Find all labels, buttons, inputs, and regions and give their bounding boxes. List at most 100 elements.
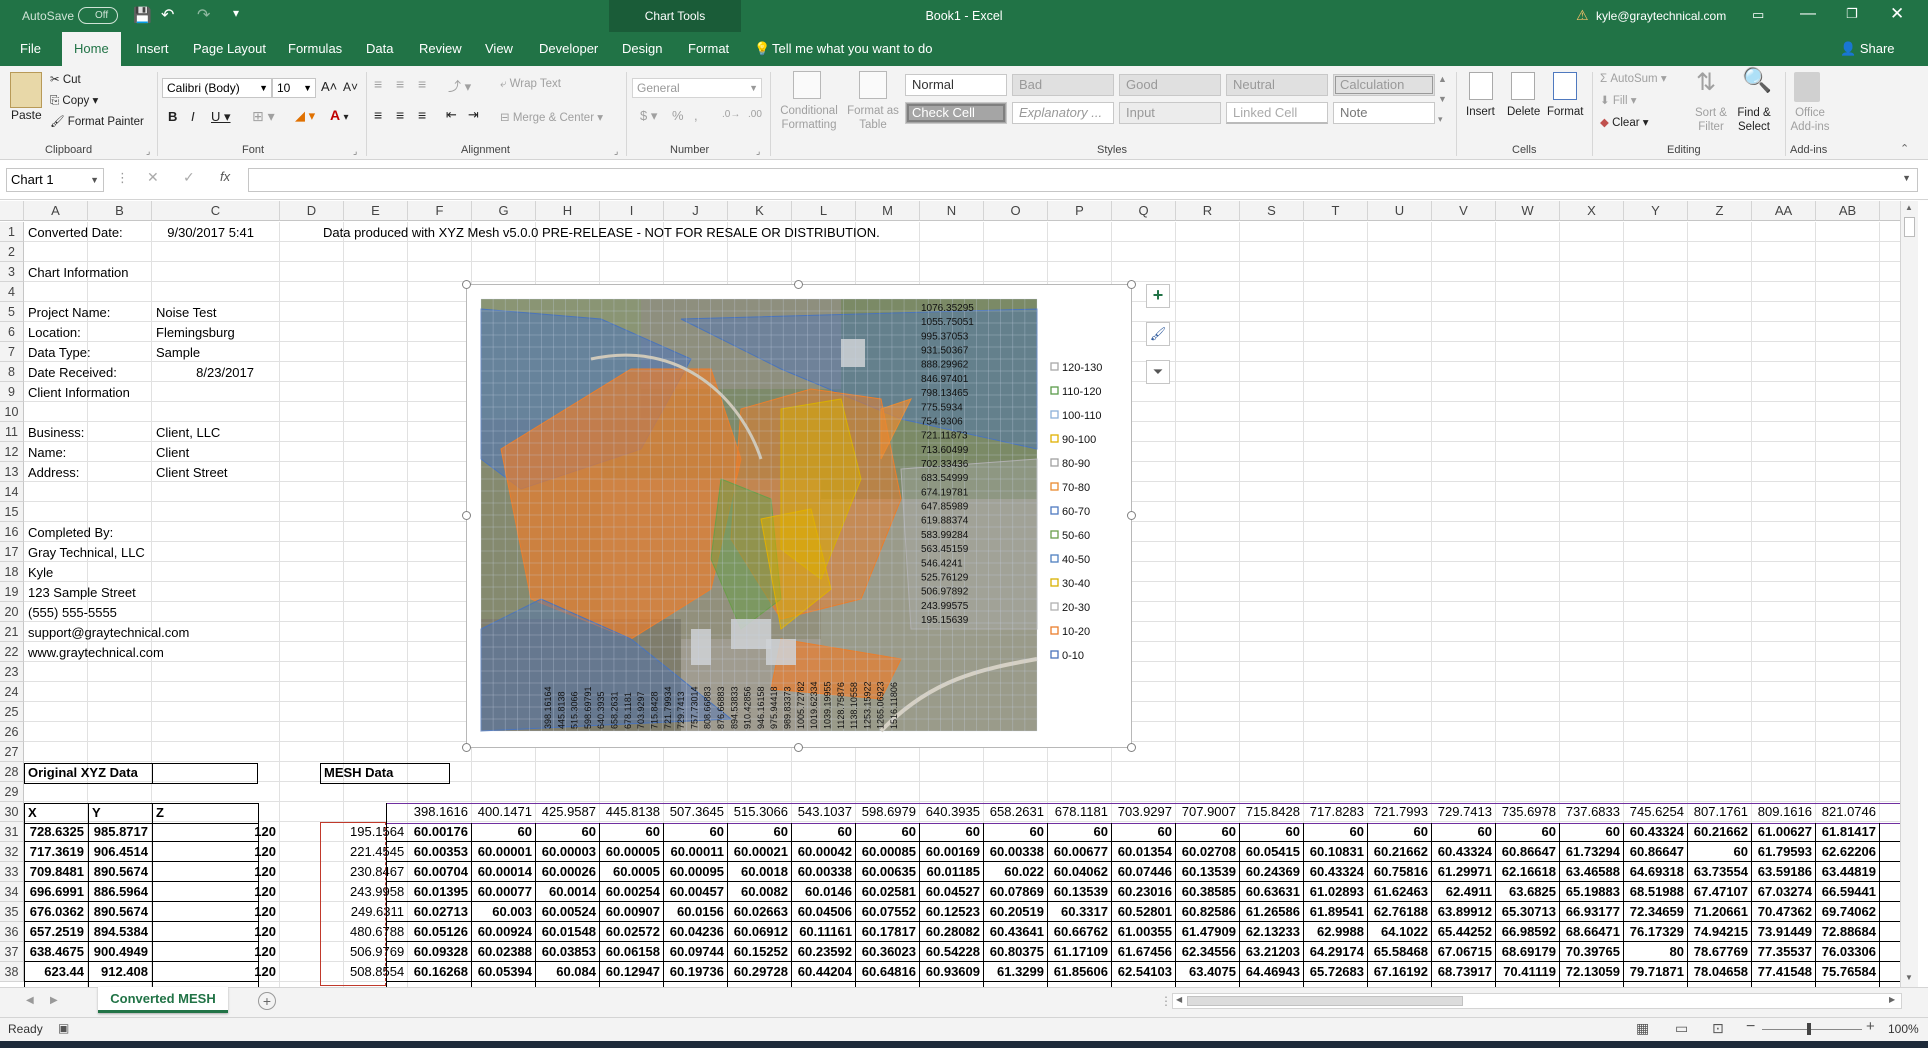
zoom-in-icon[interactable]: +: [1866, 1018, 1875, 1035]
row-header[interactable]: 17: [0, 542, 24, 562]
cell-mesh-value[interactable]: 60.00085: [856, 842, 920, 862]
column-header-j[interactable]: J: [664, 201, 728, 221]
column-header-f[interactable]: F: [408, 201, 472, 221]
column-header-a[interactable]: A: [24, 201, 88, 221]
cell-mesh-value[interactable]: 60.00021: [728, 842, 792, 862]
cell-mesh-value[interactable]: 60.00095: [664, 862, 728, 882]
row-header[interactable]: 11: [0, 422, 24, 442]
cell-mesh-value[interactable]: 60.20519: [984, 902, 1048, 922]
cell-mesh-value[interactable]: 67.03274: [1752, 882, 1816, 902]
cell-mesh-value[interactable]: 60.44204: [792, 962, 856, 982]
column-header-w[interactable]: W: [1496, 201, 1560, 221]
cell-mesh-value[interactable]: 60.10831: [1304, 842, 1368, 862]
style-linked-cell[interactable]: Linked Cell: [1226, 102, 1328, 124]
cell-mesh-value[interactable]: 66.98592: [1496, 922, 1560, 942]
cell-mesh-value[interactable]: 60.02663: [728, 902, 792, 922]
row-header[interactable]: 23: [0, 662, 24, 682]
cell-mesh-value[interactable]: 61.67456: [1112, 942, 1176, 962]
style-check-cell[interactable]: Check Cell: [905, 102, 1007, 124]
cell-mesh-value[interactable]: 77.41548: [1752, 962, 1816, 982]
dialog-launcher-icon[interactable]: ⌟: [756, 146, 760, 157]
cell-mesh-value[interactable]: 60.93609: [920, 962, 984, 982]
cell-mesh-value[interactable]: 60: [920, 822, 984, 842]
mesh-x-value[interactable]: 398.1616: [408, 802, 472, 822]
mesh-x-value[interactable]: 515.3066: [728, 802, 792, 822]
cell-mesh-value[interactable]: 60.00176: [408, 822, 472, 842]
mesh-x-value[interactable]: 598.6979: [856, 802, 920, 822]
minimize-icon[interactable]: —: [1800, 5, 1816, 23]
cell-mesh-value[interactable]: 79.71871: [1624, 962, 1688, 982]
mesh-x-value[interactable]: 735.6978: [1496, 802, 1560, 822]
row-header[interactable]: 27: [0, 742, 24, 762]
cell-mesh-value[interactable]: 60.00704: [408, 862, 472, 882]
cell-mesh-value[interactable]: 60.21662: [1368, 842, 1432, 862]
cell-mesh-value[interactable]: 60.09744: [664, 942, 728, 962]
cell-a8[interactable]: Date Received:: [28, 363, 117, 383]
macro-record-icon[interactable]: ▣: [58, 1021, 69, 1035]
cell-mesh-value[interactable]: 60.02713: [408, 902, 472, 922]
cell-y[interactable]: 890.5674: [88, 862, 152, 882]
cell-mesh-value[interactable]: 68.66471: [1560, 922, 1624, 942]
tab-developer[interactable]: Developer: [539, 32, 598, 66]
column-header-u[interactable]: U: [1368, 201, 1432, 221]
cell-mesh-value[interactable]: 78.67769: [1688, 942, 1752, 962]
tab-design[interactable]: Design: [622, 32, 662, 66]
cell-mesh-value[interactable]: 63.30: [1880, 862, 1900, 882]
cell-mesh-value[interactable]: 63.4075: [1176, 962, 1240, 982]
column-header-e[interactable]: E: [344, 201, 408, 221]
cell-mesh-value[interactable]: 60.0082: [728, 882, 792, 902]
cell-mesh-value[interactable]: 60.04062: [1048, 862, 1112, 882]
cell-mesh-value[interactable]: 60.29728: [728, 962, 792, 982]
style-bad[interactable]: Bad: [1012, 74, 1114, 96]
scroll-left-icon[interactable]: ◀: [1176, 995, 1182, 1004]
cell-mesh-value[interactable]: 61.3299: [984, 962, 1048, 982]
cell-c30[interactable]: Z: [156, 803, 164, 823]
styles-scroll-up-icon[interactable]: ▲: [1438, 74, 1447, 84]
cell-mesh-value[interactable]: 65.19883: [1560, 882, 1624, 902]
column-header-k[interactable]: K: [728, 201, 792, 221]
cell-x[interactable]: 728.6325: [24, 822, 88, 842]
cell-mesh-value[interactable]: 60: [1048, 822, 1112, 842]
cell-a28[interactable]: Original XYZ Data: [28, 763, 138, 783]
cell-mesh-value[interactable]: 60.00635: [856, 862, 920, 882]
cell-a3[interactable]: Chart Information: [28, 263, 128, 283]
sheet-tab-converted-mesh[interactable]: Converted MESH: [98, 987, 228, 1013]
cell-c5[interactable]: Noise Test: [156, 303, 216, 323]
cell-mesh-value[interactable]: 60: [1240, 822, 1304, 842]
cell-mesh-value[interactable]: 60.12947: [600, 962, 664, 982]
cell-mesh-value[interactable]: 60.23592: [792, 942, 856, 962]
row-header[interactable]: 18: [0, 562, 24, 582]
cell-mesh-value[interactable]: 71.85: [1880, 922, 1900, 942]
column-header-aa[interactable]: AA: [1752, 201, 1816, 221]
cell-mesh-value[interactable]: 60.00338: [984, 842, 1048, 862]
cell-mesh-value[interactable]: 60.52801: [1112, 902, 1176, 922]
chart-1[interactable]: 1076.35295 1055.75051 995.37053 931.50367 88…: [466, 284, 1132, 748]
delete-cells-button[interactable]: Delete: [1507, 106, 1540, 118]
cell-mesh-value[interactable]: 61.79593: [1752, 842, 1816, 862]
row-header[interactable]: 10: [0, 402, 24, 422]
cell-z[interactable]: 120: [152, 942, 280, 962]
cell-mesh-value[interactable]: 62.9988: [1304, 922, 1368, 942]
cell-mesh-value[interactable]: 63.89912: [1432, 902, 1496, 922]
cell-mesh-value[interactable]: 60.01354: [1112, 842, 1176, 862]
column-header-g[interactable]: G: [472, 201, 536, 221]
cell-mesh-value[interactable]: 60.00353: [408, 842, 472, 862]
zoom-slider-thumb[interactable]: [1807, 1023, 1811, 1035]
format-as-table-button[interactable]: Format as Table: [845, 104, 901, 132]
cell-x[interactable]: 709.8481: [24, 862, 88, 882]
cell-mesh-value[interactable]: 60.05394: [472, 962, 536, 982]
mesh-x-value[interactable]: 807.1761: [1688, 802, 1752, 822]
insert-cells-icon[interactable]: [1469, 72, 1493, 100]
cell-mesh-value[interactable]: 60.24369: [1240, 862, 1304, 882]
cell-mesh-value[interactable]: 60.82586: [1176, 902, 1240, 922]
cell-mesh-value[interactable]: 60.17817: [856, 922, 920, 942]
cell-x[interactable]: 676.0362: [24, 902, 88, 922]
cell-mesh-value[interactable]: 64.1022: [1368, 922, 1432, 942]
style-good[interactable]: Good: [1119, 74, 1221, 96]
cell-mesh-value[interactable]: 60.54228: [920, 942, 984, 962]
scroll-right-icon[interactable]: ▶: [1889, 995, 1895, 1004]
insert-function-icon[interactable]: fx: [220, 169, 230, 184]
cell-y[interactable]: 894.5384: [88, 922, 152, 942]
cell-z[interactable]: 120: [152, 882, 280, 902]
cell-mesh-value[interactable]: 63.44819: [1816, 862, 1880, 882]
